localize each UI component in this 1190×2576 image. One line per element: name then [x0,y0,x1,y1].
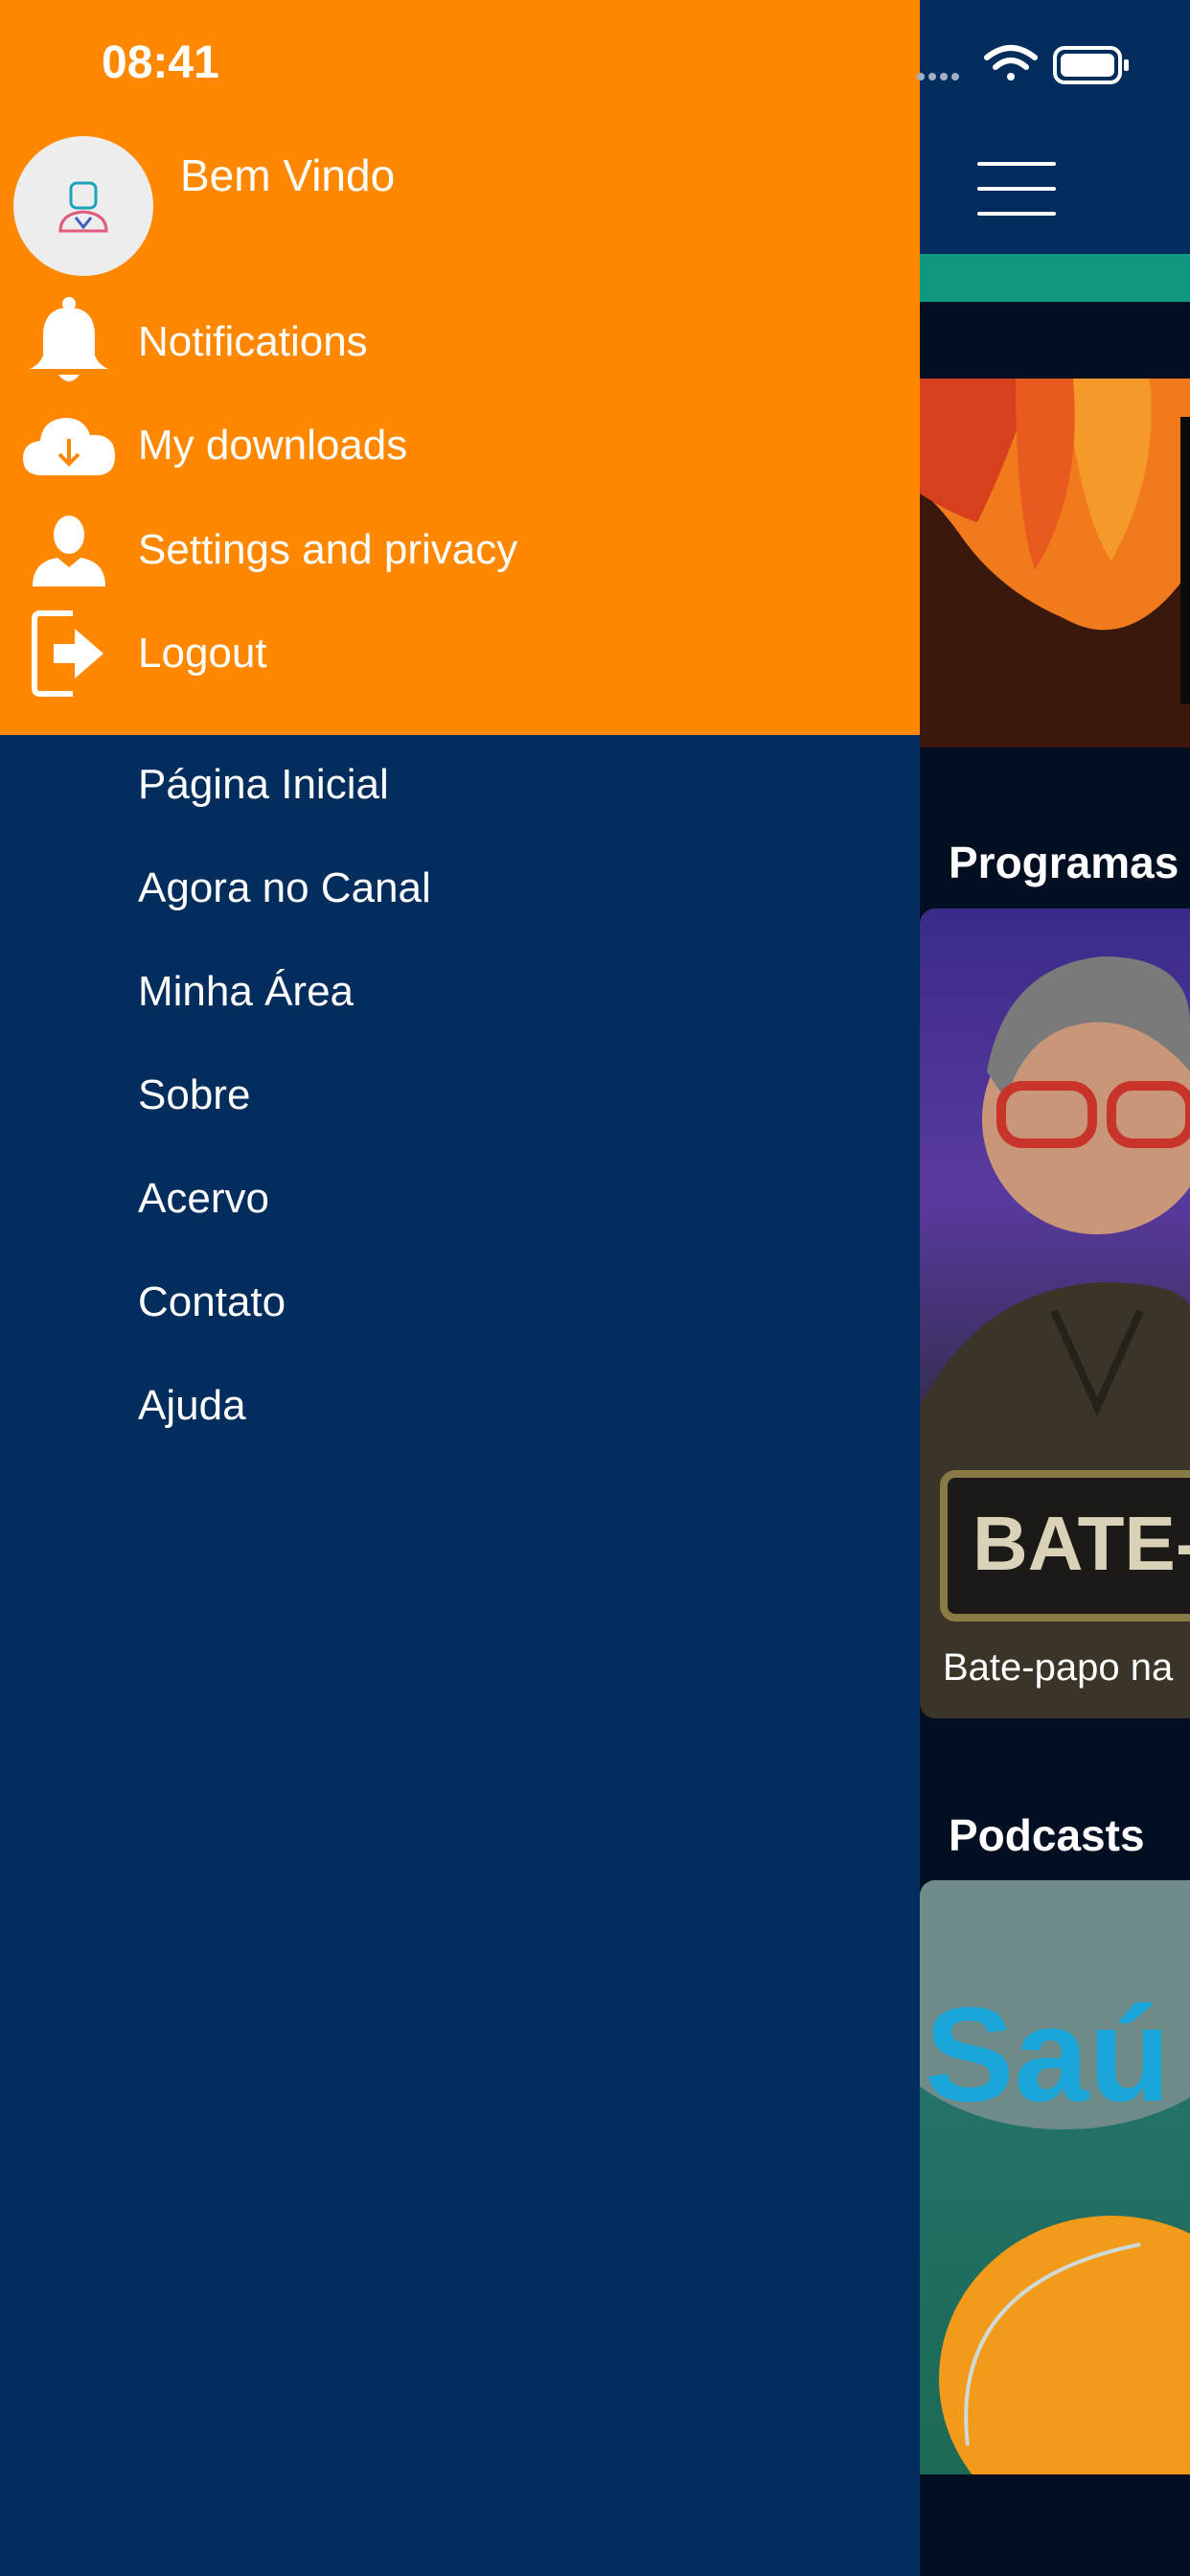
nav-item-contato[interactable]: Contato [138,1278,286,1326]
nav-item-agora-no-canal[interactable]: Agora no Canal [138,864,431,912]
hamburger-menu-icon[interactable] [968,158,1064,221]
logout-icon [21,606,117,702]
status-bar-time: 08:41 [102,37,219,88]
featured-banner[interactable] [920,379,1190,748]
signal-icon [917,73,959,80]
drawer-item-label: Notifications [138,318,368,365]
program-card[interactable]: BATE-P Bate-papo na [920,908,1190,1718]
user-icon [21,502,117,598]
svg-text:Saú: Saú [925,1979,1171,2129]
podcast-card[interactable]: Saú [920,1880,1190,2474]
nav-item-ajuda[interactable]: Ajuda [138,1382,246,1430]
card-logo-text: BATE-P [973,1501,1190,1586]
program-card-photo: BATE-P [920,956,1190,1718]
drawer-item-notifications[interactable]: Notifications [0,294,920,390]
welcome-text: Bem Vindo [180,150,396,200]
wifi-icon [984,45,1038,80]
status-bar-icons [915,42,1135,90]
drawer-item-label: Settings and privacy [138,526,518,573]
drawer-item-logout[interactable]: Logout [0,606,920,702]
banner-artwork [920,379,1190,748]
user-avatar-icon [58,181,108,233]
drawer-item-my-downloads[interactable]: My downloads [0,398,920,494]
bell-icon [21,294,117,390]
battery-icon [1053,46,1129,84]
section-title-programas: Programas [949,838,1179,887]
drawer-item-label: Logout [138,630,267,677]
nav-item-sobre[interactable]: Sobre [138,1071,250,1119]
nav-item-minha-area[interactable]: Minha Área [138,968,354,1016]
avatar[interactable] [13,136,153,276]
podcast-card-artwork: Saú [920,1880,1190,2474]
cloud-download-icon [21,398,117,494]
section-title-podcasts: Podcasts [949,1810,1145,1860]
drawer-item-label: My downloads [138,422,408,469]
drawer-account-section: Bem Vindo Notifications My downloads Set… [0,0,920,735]
navigation-drawer: Bem Vindo Notifications My downloads Set… [0,0,920,2576]
program-card-caption: Bate-papo na [943,1646,1174,1689]
drawer-item-settings-privacy[interactable]: Settings and privacy [0,502,920,598]
nav-item-acervo[interactable]: Acervo [138,1175,269,1223]
nav-item-pagina-inicial[interactable]: Página Inicial [138,761,389,809]
